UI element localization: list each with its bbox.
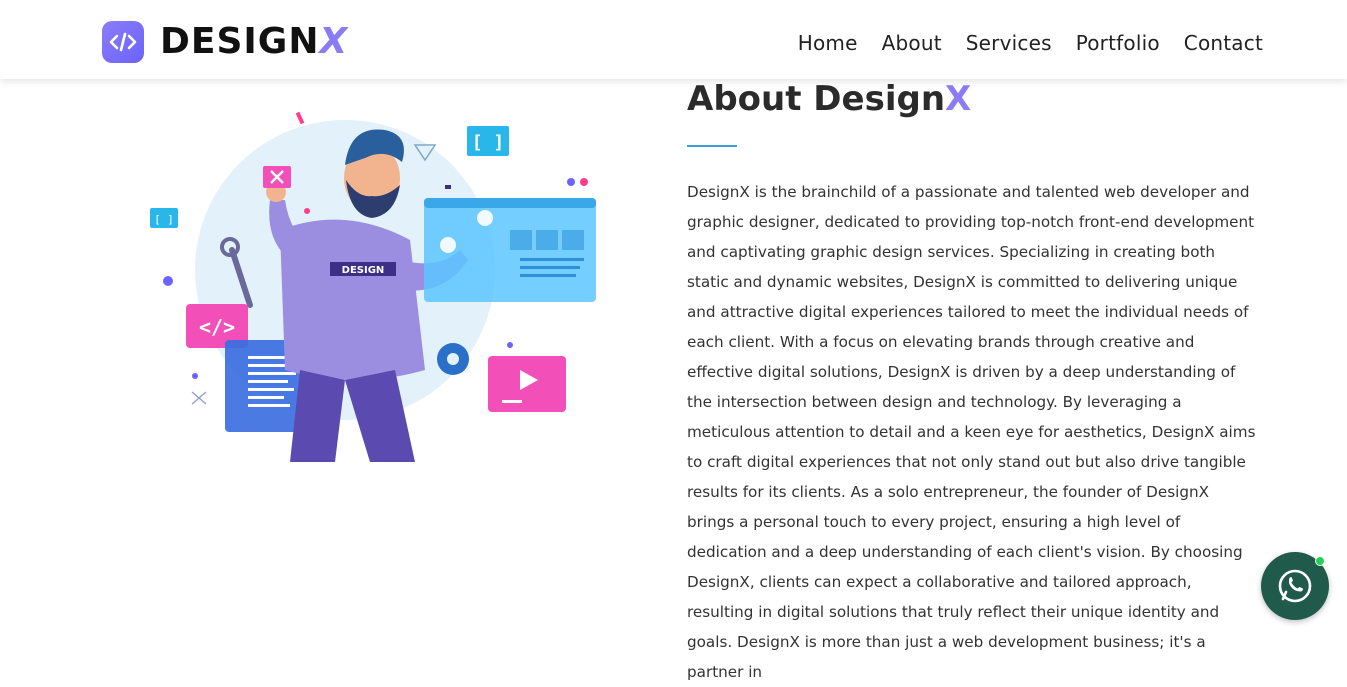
nav-about[interactable]: About [882,28,942,58]
online-status-dot [1315,556,1325,566]
title-underline [687,145,737,147]
logo-text-main: DESIGN [160,21,320,62]
logo-wordmark[interactable]: DESIGNX [160,20,348,64]
whatsapp-icon [1278,569,1312,603]
nav-portfolio[interactable]: Portfolio [1076,28,1160,58]
site-header: DESIGNX Home About Services Portfolio Co… [0,0,1347,79]
logo-code-icon[interactable] [102,21,144,63]
nav-services[interactable]: Services [966,28,1052,58]
about-title: About DesignX [687,76,971,122]
nav-home[interactable]: Home [798,28,858,58]
about-title-main: About Design [687,79,946,119]
svg-text:[ ]: [ ] [472,132,505,153]
main-nav: Home About Services Portfolio Contact [798,28,1263,58]
about-title-accent: X [945,79,972,119]
logo-text-accent: X [319,21,349,62]
shirt-text: DESIGN [342,265,385,276]
about-body: DesignX is the brainchild of a passionat… [687,183,1256,681]
nav-contact[interactable]: Contact [1184,28,1263,58]
svg-text:</>: </> [199,315,235,339]
svg-text:[ ]: [ ] [154,213,174,226]
designer-illustration: [ ] [ ] </> DESIGN [140,100,610,462]
